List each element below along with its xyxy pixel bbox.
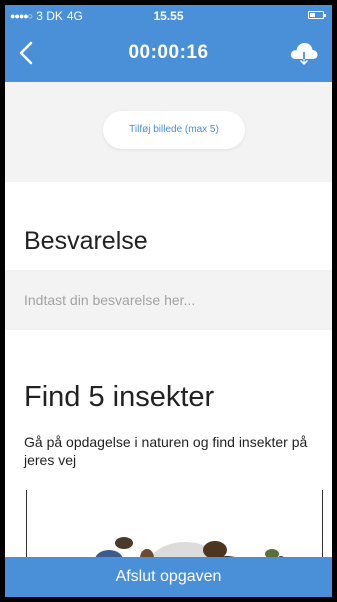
answer-input[interactable] xyxy=(5,270,332,330)
status-bar: ●●●●○ 3 DK 4G 15.55 xyxy=(5,5,332,25)
header: ●●●●○ 3 DK 4G 15.55 00:00:16 xyxy=(5,5,332,82)
task-title: Find 5 insekter xyxy=(24,381,215,413)
app-screen: ●●●●○ 3 DK 4G 15.55 00:00:16 Tilføj bill… xyxy=(5,5,332,597)
finish-task-button[interactable]: Afslut opgaven xyxy=(5,557,332,597)
timer: 00:00:16 xyxy=(128,42,209,63)
status-time: 15.55 xyxy=(153,9,184,23)
battery-icon xyxy=(308,11,326,19)
cloud-download-icon xyxy=(290,43,318,66)
add-photo-button[interactable]: Tilføj billede (max 5) xyxy=(103,111,245,149)
photo-section: Tilføj billede (max 5) xyxy=(5,82,332,182)
nav-bar: 00:00:16 xyxy=(5,25,332,82)
cloud-download-button[interactable] xyxy=(288,39,320,67)
task-description: Gå på opdagelse i naturen og find insekt… xyxy=(24,434,308,468)
answer-heading: Besvarelse xyxy=(24,227,148,255)
